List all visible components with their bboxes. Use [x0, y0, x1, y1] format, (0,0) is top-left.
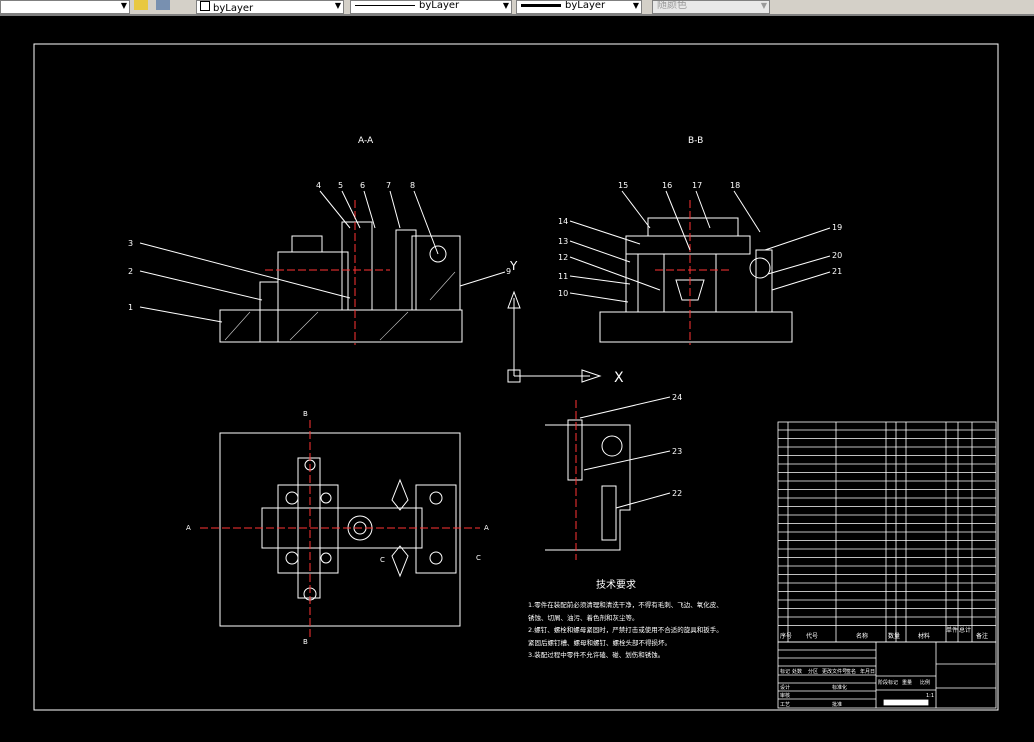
callout-5: 5 [338, 181, 343, 190]
tech-line-4: 紧固后螺钉槽、螺母和螺钉、螺栓头部不得损坏。 [528, 638, 671, 647]
tb-stage: 阶段标记 [878, 679, 898, 686]
tb-scale: 比例 [920, 679, 930, 686]
tb-approve: 批准 [832, 701, 842, 708]
bom-table: 序号 代号 名称 数量 材料 单件 总计 备注 [777, 421, 997, 643]
view-mark-c-right: C [476, 554, 481, 562]
bom-header-name: 名称 [856, 632, 868, 640]
technical-requirements: 技术要求 1.零件在装配前必须清理和清洗干净，不得有毛刺、飞边、氧化皮、 锈蚀、… [528, 578, 723, 659]
bom-header-code: 代号 [806, 632, 818, 640]
tb-standardization: 标准化 [832, 684, 847, 691]
layer-dropdown[interactable]: ▼ [0, 0, 130, 14]
callout-2: 2 [128, 267, 133, 276]
callout-17: 17 [692, 181, 702, 190]
linetype-preview-icon [355, 4, 415, 6]
view-mark-b-bottom: B [303, 638, 308, 646]
title-block: 标记 处数 分区 更改文件号 签名 年月日 设计 标准化 审核 工艺 批准 阶段… [777, 641, 997, 709]
callout-14: 14 [558, 217, 568, 226]
layer-states-icon[interactable] [156, 0, 170, 10]
bom-header-material: 材料 [918, 632, 930, 640]
tech-line-5: 3.装配过程中零件不允许磕、碰、划伤和锈蚀。 [528, 650, 664, 659]
plot-style-dropdown[interactable]: 随颜色 ▼ [652, 0, 770, 14]
tb-mark: 标记 [780, 668, 790, 675]
section-label-aa: A-A [358, 136, 374, 146]
callout-1: 1 [128, 303, 133, 312]
bom-header-index: 序号 [780, 632, 792, 640]
view-mark-a-right: A [484, 524, 489, 532]
properties-toolbar: ▼ byLayer ▼ byLayer ▼ byLayer ▼ 随颜色 ▼ [0, 0, 1034, 16]
bom-header-unit-weight: 单件 [946, 626, 958, 634]
section-view-bb: B-B 10 11 12 13 14 15 16 17 18 19 20 21 [558, 136, 842, 345]
tech-title: 技术要求 [596, 578, 636, 591]
bom-header-total-weight: 总计 [959, 626, 971, 634]
callout-11: 11 [558, 272, 568, 281]
ucs-y-label: Y [509, 259, 518, 273]
drawing-canvas[interactable]: A-A 1 2 3 4 5 6 7 8 9 B-B 10 11 12 13 14… [0, 16, 1034, 738]
callout-4: 4 [316, 181, 321, 190]
callout-22: 22 [672, 489, 682, 498]
tb-date: 年月日 [860, 668, 875, 675]
section-label-bb: B-B [688, 136, 703, 146]
callout-21: 21 [832, 267, 842, 276]
view-mark-c-left: C [380, 556, 385, 564]
bom-header-qty: 数量 [888, 632, 900, 640]
callout-13: 13 [558, 237, 568, 246]
callout-7: 7 [386, 181, 391, 190]
bom-header-remarks: 备注 [976, 632, 988, 640]
tb-process: 工艺 [780, 702, 790, 708]
callout-6: 6 [360, 181, 365, 190]
color-dropdown[interactable]: byLayer ▼ [196, 0, 344, 14]
lineweight-preview-icon [521, 3, 561, 7]
color-swatch-icon [200, 1, 210, 11]
drawing-frame [33, 43, 999, 711]
callout-16: 16 [662, 181, 672, 190]
tb-signature: 签名 [846, 668, 856, 675]
section-view-aa: A-A 1 2 3 4 5 6 7 8 9 [128, 136, 511, 345]
view-mark-a-left: A [186, 524, 191, 532]
callout-18: 18 [730, 181, 740, 190]
tech-line-3: 2.螺钉、螺栓和螺母紧固时，严禁打击或使用不合适的旋具和扳手。 [528, 625, 723, 634]
tb-design: 设计 [780, 684, 790, 691]
tb-scale-value: 1:1 [926, 693, 934, 699]
tech-line-2: 锈蚀、切屑、油污、着色剂和灰尘等。 [528, 613, 639, 622]
callout-3: 3 [128, 239, 133, 248]
tb-change-doc: 更改文件号 [822, 668, 847, 675]
tb-review: 审核 [780, 692, 790, 699]
callout-20: 20 [832, 251, 842, 260]
tb-zone: 分区 [808, 668, 818, 675]
callout-24: 24 [672, 393, 682, 402]
linetype-dropdown[interactable]: byLayer ▼ [350, 0, 512, 14]
callout-23: 23 [672, 447, 682, 456]
detail-view-c: 24 23 22 [545, 393, 682, 560]
callout-12: 12 [558, 253, 568, 262]
view-mark-b-top: B [303, 410, 308, 418]
layer-previous-icon[interactable] [134, 0, 148, 10]
lineweight-dropdown[interactable]: byLayer ▼ [516, 0, 642, 14]
plan-view: B B A A C C [186, 410, 489, 646]
tb-weight: 重量 [902, 679, 912, 686]
tech-line-1: 1.零件在装配前必须清理和清洗干净，不得有毛刺、飞边、氧化皮、 [528, 600, 723, 609]
ucs-x-label: X [614, 370, 624, 386]
callout-8: 8 [410, 181, 415, 190]
callout-10: 10 [558, 289, 568, 298]
callout-15: 15 [618, 181, 628, 190]
tb-count: 处数 [792, 668, 802, 675]
callout-19: 19 [832, 223, 842, 232]
